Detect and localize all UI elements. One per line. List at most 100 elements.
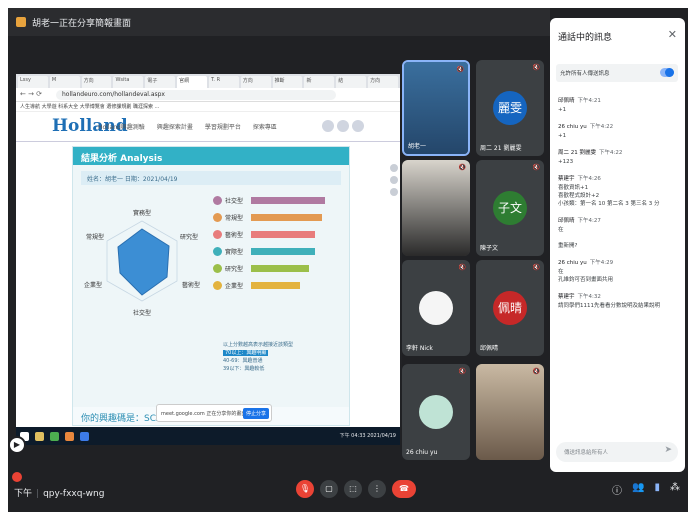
- send-icon[interactable]: ➤: [664, 445, 672, 455]
- chat-message: 重新開?: [558, 242, 680, 250]
- url-field: hollandeuro.com/hollandeval.aspx: [56, 90, 336, 100]
- score-note: 以上分數越高表示越接近該類型: [223, 342, 294, 348]
- participant-name: 胡老一: [408, 143, 427, 150]
- category-dot-icon: [213, 229, 222, 239]
- category-dot-icon: [213, 280, 222, 290]
- participant-name: 陳子文: [480, 245, 499, 252]
- chat-sender: 26 chiu yu: [558, 260, 587, 266]
- analysis-title: 結果分析 Analysis: [73, 147, 349, 165]
- mic-muted-icon: 🔇: [532, 264, 540, 271]
- browser-tab: 結: [336, 76, 367, 88]
- meeting-code: qpy-fxxq-wng: [43, 489, 105, 499]
- browser-tab: Wsita: [113, 76, 144, 88]
- mic-off-icon[interactable]: 🎙: [296, 480, 314, 498]
- more-options-icon[interactable]: ⋮: [368, 480, 386, 498]
- chat-message-header: 邱佩晴 下午4:21: [558, 96, 680, 104]
- meeting-info: 下午 | qpy-fxxq-wng: [14, 489, 105, 499]
- share-prompt: meet.google.com 正在分享你的畫面。 停止分享: [156, 404, 272, 422]
- participant-tile[interactable]: 🔇: [402, 160, 470, 256]
- participant-tile[interactable]: 🔇: [476, 364, 544, 460]
- bookmarks-bar: 人生導航 大學遊 科系大全 大學博覽會 選修課規劃 職涯探索 ...: [16, 102, 400, 112]
- chat-body: 請同學們1111先看看分數說明及結果說明: [558, 303, 660, 309]
- participant-tile[interactable]: 子文 🔇 陳子文: [476, 160, 544, 256]
- present-icon[interactable]: ⬚: [344, 480, 362, 498]
- end-call-icon[interactable]: ☎: [392, 480, 416, 498]
- mic-muted-icon: 🔇: [532, 164, 540, 171]
- chat-body: 喜歡資訊+1 喜歡程式設計+2 小孩類：第一名 10 第二名 3 第三名 3 分: [558, 185, 660, 207]
- chat-timestamp: 下午4:26: [577, 176, 601, 182]
- stop-sharing-button: 停止分享: [242, 408, 269, 419]
- participant-avatar: [419, 395, 453, 429]
- participant-avatar: 麗雯: [493, 91, 527, 125]
- participant-name: 26 chiu yu: [406, 449, 438, 456]
- address-bar: ← → ⟳ hollandeuro.com/hollandeval.aspx: [16, 88, 400, 102]
- participant-tile[interactable]: 佩晴 🔇 邱佩晴: [476, 260, 544, 356]
- name-date-line: 姓名：胡老一 日期：2021/04/19: [81, 171, 341, 185]
- camera-icon[interactable]: ▢: [320, 480, 338, 498]
- browser-tab: 新: [304, 76, 335, 88]
- chat-sender: 26 chiu yu: [558, 124, 587, 130]
- chat-body: +1: [558, 107, 567, 113]
- score-bar-row: 研究型: [213, 261, 343, 275]
- chat-timestamp: 下午4:22: [599, 150, 623, 156]
- participant-tile[interactable]: 🔇 26 chiu yu: [402, 364, 470, 460]
- score-note: 40-69：興趣普通: [223, 358, 263, 364]
- category-dot-icon: [213, 263, 222, 273]
- participant-tile[interactable]: 麗雯 🔇 周二 21 劉麗雯: [476, 60, 544, 156]
- chat-message: 邱佩晴 下午4:21 +1: [558, 96, 680, 114]
- site-nav: Holland興趣測驗 興趣探索計畫 學習規劃平台 探索專區: [98, 122, 277, 131]
- chat-timestamp: 下午4:22: [589, 124, 614, 130]
- bar-category-label: 社交型: [225, 197, 244, 205]
- meet-window: 胡老一正在分享簡報畫面 Lssy M 方向 Wsita 電子 官網 T. R 方…: [8, 8, 688, 512]
- browser-tab: 方向: [81, 76, 112, 88]
- chat-message: 邱佩晴 下午4:27 在: [558, 216, 680, 234]
- participant-name: 周二 21 劉麗雯: [480, 145, 522, 152]
- radar-label: 常規型: [86, 233, 104, 241]
- close-icon[interactable]: ✕: [668, 28, 677, 41]
- recording-indicator-icon: [12, 472, 22, 482]
- chat-icon[interactable]: ▮: [654, 482, 660, 497]
- site-icons: [322, 120, 364, 132]
- chat-message-header: 26 chiu yu 下午4:22: [558, 122, 680, 130]
- browser-tab-active: 官網: [177, 76, 207, 88]
- chat-input[interactable]: 傳送訊息給所有人 ➤: [556, 442, 678, 462]
- browser-tab: 推斷: [272, 76, 303, 88]
- score-bar-row: 常規型: [213, 210, 343, 224]
- score-bars: 社交型 常規型 藝術型 實際型 研究型 企業型: [213, 193, 343, 295]
- score-note: 39以下：興趣較低: [223, 366, 265, 372]
- participant-tile[interactable]: 🔇 胡老一: [402, 60, 470, 156]
- participant-name: 李軒 Nick: [406, 345, 433, 352]
- meet-controls-bar: 下午 | qpy-fxxq-wng 🎙 ▢ ⬚ ⋮ ☎ ⓘ 👥 ▮ ⁂: [8, 472, 688, 512]
- allow-messages-toggle[interactable]: [660, 68, 674, 77]
- participant-avatar: 子文: [493, 191, 527, 225]
- chat-sender: 蔡建宇: [558, 294, 575, 300]
- browser-tab: 電子: [145, 76, 176, 88]
- bar-category-label: 實際型: [225, 248, 244, 256]
- category-dot-icon: [213, 195, 222, 205]
- activities-icon[interactable]: ⁂: [670, 482, 680, 497]
- score-bar: [251, 213, 322, 221]
- play-icon[interactable]: ▶: [8, 436, 26, 454]
- site-nav-item: 學習規劃平台: [204, 124, 241, 131]
- site-side-icons: [390, 164, 400, 224]
- mic-muted-icon: 🔇: [532, 64, 540, 71]
- presenter-title: 胡老一正在分享簡報畫面: [32, 19, 132, 29]
- radar-label: 實務型: [133, 209, 151, 217]
- info-icon[interactable]: ⓘ: [612, 482, 622, 497]
- bar-category-label: 研究型: [225, 265, 244, 273]
- participant-tile[interactable]: 🔇 李軒 Nick: [402, 260, 470, 356]
- side-controls: ⓘ 👥 ▮ ⁂: [612, 482, 680, 497]
- taskbar-clock: 下午 04:33 2021/04/19: [339, 433, 396, 439]
- meeting-time: 下午: [14, 489, 33, 499]
- bar-category-label: 常規型: [225, 214, 244, 222]
- chat-timestamp: 下午4:29: [589, 260, 614, 266]
- people-icon[interactable]: 👥: [632, 482, 644, 497]
- chat-body: 在孔維鈞可否到畫面共用: [558, 269, 614, 283]
- shared-screen: Lssy M 方向 Wsita 電子 官網 T. R 方向 推斷 新 結 方向 …: [16, 74, 400, 445]
- chat-message: 蔡建宇 下午4:32 請同學們1111先看看分數說明及結果說明: [558, 292, 680, 310]
- chat-body: 在: [558, 227, 564, 233]
- score-bar: [251, 196, 325, 204]
- chat-sender: 邱佩晴: [558, 218, 575, 224]
- browser-tab: 方向: [240, 76, 271, 88]
- charts-area: 實務型 常規型 研究型 企業型 藝術型 社交型 社交型 常規型 藝術型 實際型 研究型企…: [73, 191, 349, 341]
